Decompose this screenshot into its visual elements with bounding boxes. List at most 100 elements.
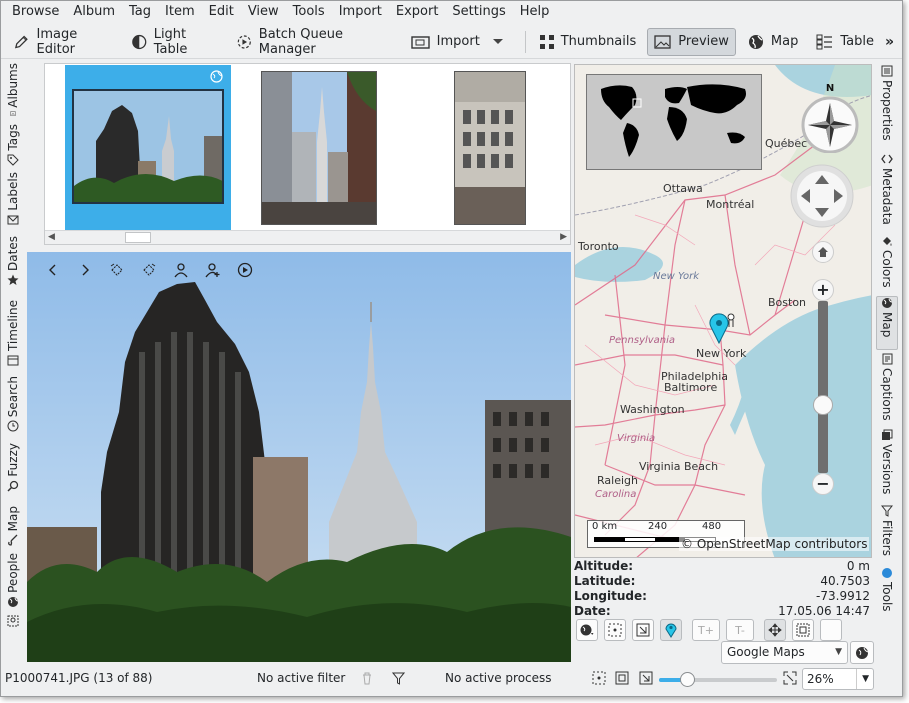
select-region-button[interactable] (792, 619, 814, 641)
menu-item[interactable]: Item (158, 1, 202, 23)
toolbar-overflow-button[interactable]: » (885, 34, 894, 50)
light-table-button[interactable]: Light Table (124, 27, 225, 57)
menu-tag[interactable]: Tag (122, 1, 158, 23)
zoom-fit-window-icon[interactable] (783, 671, 797, 685)
thumbnails-button[interactable]: Thumbnails (532, 28, 644, 56)
scroll-right-icon[interactable]: ▶ (560, 232, 567, 242)
zoom-fit-icon[interactable] (615, 671, 629, 685)
map-settings-button[interactable] (850, 641, 874, 664)
map-world-button[interactable] (576, 619, 598, 641)
globe-icon (856, 646, 869, 659)
sidebar-tab-search[interactable]: Search (2, 371, 24, 435)
sidebar-tab-versions[interactable]: Versions (876, 429, 898, 501)
zoom-to-selection-button[interactable] (604, 619, 626, 641)
menu-tools[interactable]: Tools (286, 1, 332, 23)
zoom-level-input[interactable]: 26% ▼ (802, 668, 874, 690)
sidebar-tab-map[interactable]: Map (2, 497, 24, 549)
captions-icon (882, 353, 893, 365)
zoom-time-out-button[interactable]: T- (726, 619, 754, 641)
map-view[interactable]: N + − Québec Ottawa Montréal Toronto Bos… (574, 64, 872, 558)
thumbnail-scrollbar[interactable]: ◀ ▶ (45, 230, 570, 244)
zoom-selection-icon (608, 623, 622, 637)
scroll-left-icon[interactable]: ◀ (48, 232, 55, 242)
image-editor-button[interactable]: Image Editor (7, 27, 120, 57)
sidebar-tab-captions[interactable]: Captions (876, 353, 898, 425)
funnel-icon[interactable] (392, 672, 405, 685)
sidebar-tab-tools[interactable]: Tools (876, 567, 898, 619)
sidebar-tab-tags[interactable]: Tags (2, 121, 24, 169)
table-button[interactable]: Table (809, 28, 881, 56)
scale-label-0: 0 km (592, 521, 618, 532)
zoom-out-button[interactable]: − (812, 473, 834, 495)
previous-icon[interactable] (37, 260, 69, 280)
zoom-slider-knob[interactable] (680, 672, 696, 687)
map-label-region-carolina: Carolina (595, 489, 637, 500)
world-overview-map[interactable] (586, 74, 762, 170)
sidebar-tab-people[interactable]: People (2, 551, 24, 611)
menu-export[interactable]: Export (389, 1, 446, 23)
menu-view[interactable]: View (241, 1, 286, 23)
image-preview[interactable] (27, 252, 571, 662)
photo-location-marker-icon[interactable] (709, 311, 739, 345)
menu-album[interactable]: Album (66, 1, 122, 23)
sidebar-tab-label: Timeline (6, 299, 20, 351)
pan-control[interactable] (789, 163, 855, 229)
sidebar-tab-fuzzy[interactable]: Fuzzy (2, 437, 24, 495)
sidebar-tab-metadata[interactable]: Metadata (876, 153, 898, 231)
zoom-slider[interactable] (659, 672, 777, 687)
map-provider-value: Google Maps (727, 645, 805, 659)
next-icon[interactable] (69, 260, 101, 280)
tools-dot-icon (882, 568, 892, 578)
compass-rose[interactable]: N (799, 81, 861, 153)
slideshow-play-icon[interactable] (229, 260, 261, 280)
menu-settings[interactable]: Settings (445, 1, 512, 23)
face-frame-icon[interactable] (7, 615, 19, 627)
zoom-time-in-button[interactable]: T+ (692, 619, 720, 641)
sidebar-tab-map[interactable]: Map (876, 296, 898, 350)
menu-import[interactable]: Import (332, 1, 389, 23)
thumbnail-item-selected[interactable] (65, 65, 231, 230)
menu-help[interactable]: Help (513, 1, 557, 23)
thumbnail-item[interactable] (401, 65, 571, 230)
sidebar-tab-colors[interactable]: Colors (876, 235, 898, 293)
zoom-knob[interactable] (813, 395, 833, 416)
sidebar-tab-label: Dates (6, 236, 20, 271)
map-copyright: © OpenStreetMap contributors (679, 537, 870, 551)
sidebar-tab-dates[interactable]: Dates (2, 231, 24, 289)
map-provider-select[interactable]: Google Maps ▼ (721, 641, 848, 664)
scrollbar-handle[interactable] (125, 232, 151, 243)
rotate-left-icon[interactable] (101, 260, 133, 280)
longitude-row: Longitude: -73.9912 (574, 589, 872, 604)
sidebar-tab-label: Tools (880, 582, 894, 612)
pan-mode-button[interactable] (764, 619, 786, 641)
zoom-selection-icon[interactable] (592, 671, 606, 685)
show-marker-button[interactable] (660, 619, 682, 641)
sidebar-tab-filters[interactable]: Filters (876, 505, 898, 559)
zoom-fit-button[interactable] (632, 619, 654, 641)
pencil-icon (14, 35, 28, 48)
home-button[interactable] (812, 241, 834, 263)
chevron-down-icon[interactable]: ▼ (856, 669, 869, 689)
menu-browse[interactable]: Browse (5, 1, 66, 23)
blank-tool-button[interactable] (820, 619, 842, 641)
trash-icon[interactable] (361, 672, 373, 685)
sidebar-tab-properties[interactable]: Properties (876, 65, 898, 147)
rotate-right-icon[interactable] (133, 260, 165, 280)
sidebar-tab-albums[interactable]: Albums (2, 63, 24, 119)
zoom-in-button[interactable]: + (812, 279, 834, 301)
zoom-track[interactable] (813, 301, 833, 473)
person-icon[interactable] (165, 260, 197, 280)
menu-edit[interactable]: Edit (202, 1, 241, 23)
add-person-icon[interactable] (197, 260, 229, 280)
globe-icon (748, 34, 763, 49)
zoom-control[interactable]: + − (812, 279, 834, 499)
chevron-down-icon[interactable] (486, 37, 508, 47)
batch-queue-button[interactable]: Batch Queue Manager (229, 27, 399, 57)
zoom-actual-size-icon[interactable] (639, 671, 653, 685)
map-button[interactable]: Map (740, 28, 805, 56)
sidebar-tab-timeline[interactable]: Timeline (2, 291, 24, 369)
thumbnail-item[interactable] (231, 65, 401, 230)
sidebar-tab-labels[interactable]: Labels (2, 171, 24, 229)
import-button[interactable]: Import (404, 28, 515, 56)
preview-button[interactable]: Preview (647, 27, 736, 56)
